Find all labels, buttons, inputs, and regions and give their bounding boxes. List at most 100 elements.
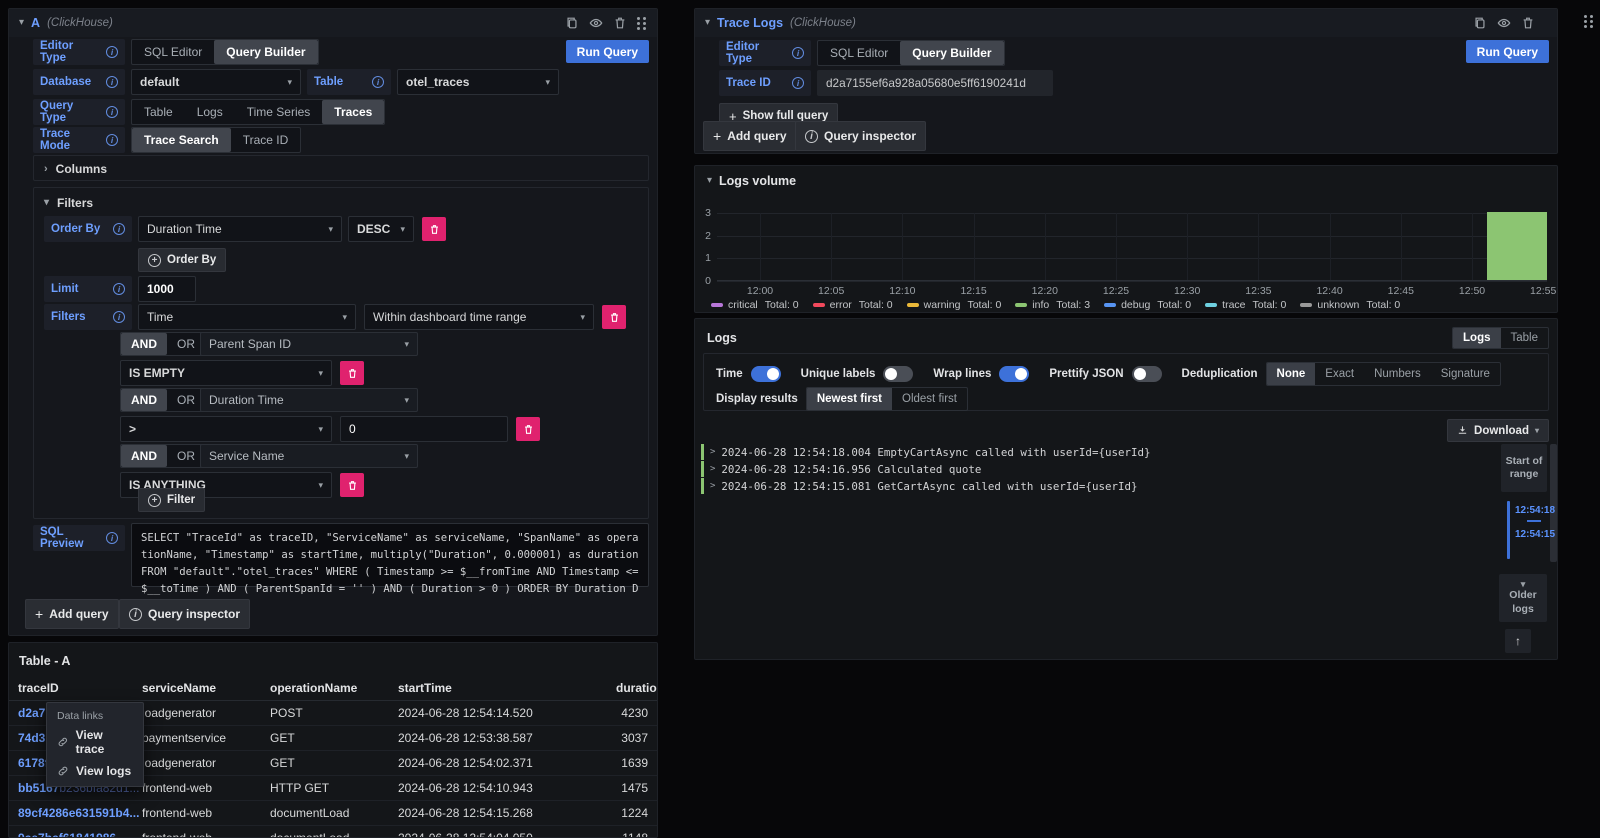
condition-2-value-input[interactable]: 0 <box>340 416 508 442</box>
condition-3-field-select[interactable]: Service Name▾ <box>200 444 418 468</box>
expand-chevron-icon[interactable]: > <box>710 447 715 457</box>
drag-handle-icon[interactable] <box>637 17 647 30</box>
option-and[interactable]: AND <box>121 389 167 411</box>
col-traceid[interactable]: traceID <box>18 681 142 695</box>
col-duration[interactable]: duration <box>616 681 658 695</box>
table-select[interactable]: otel_traces▾ <box>397 69 559 95</box>
option-trace-id[interactable]: Trace ID <box>231 128 301 152</box>
legend-item[interactable]: criticalTotal: 0 <box>711 299 799 311</box>
download-button[interactable]: Download ▾ <box>1447 419 1549 442</box>
logs-volume-title[interactable]: Logs volume <box>719 174 796 188</box>
filter-operator-select[interactable]: Within dashboard time range▾ <box>364 304 594 330</box>
option-time-series[interactable]: Time Series <box>235 100 323 124</box>
option-sql-editor[interactable]: SQL Editor <box>132 40 214 64</box>
remove-filter-button[interactable] <box>602 305 626 329</box>
option-dedup-exact[interactable]: Exact <box>1315 363 1364 385</box>
unique-labels-toggle[interactable] <box>883 366 913 382</box>
legend-item[interactable]: unknownTotal: 0 <box>1300 299 1400 311</box>
limit-input[interactable]: 1000 <box>138 276 196 302</box>
option-traces[interactable]: Traces <box>322 100 384 124</box>
duplicate-icon[interactable] <box>1473 16 1487 30</box>
log-minimap-range[interactable] <box>1507 501 1510 559</box>
collapse-chevron-icon[interactable]: ▾ <box>707 176 712 186</box>
expand-chevron-icon[interactable]: > <box>710 464 715 474</box>
option-logs[interactable]: Logs <box>185 100 235 124</box>
remove-condition-3-button[interactable] <box>340 473 364 497</box>
columns-section[interactable]: ›Columns <box>33 155 649 181</box>
time-toggle[interactable] <box>751 366 781 382</box>
option-and[interactable]: AND <box>121 445 167 467</box>
view-logs-menu-item[interactable]: View logs <box>47 760 143 782</box>
filters-section-header[interactable]: ▾Filters <box>44 196 93 210</box>
option-oldest-first[interactable]: Oldest first <box>892 388 967 410</box>
option-dedup-none[interactable]: None <box>1267 363 1316 385</box>
table-a-title[interactable]: Table - A <box>19 654 70 668</box>
scroll-to-top-button[interactable]: ↑ <box>1505 629 1531 653</box>
view-trace-menu-item[interactable]: View trace <box>47 724 143 760</box>
condition-2-field-select[interactable]: Duration Time▾ <box>200 388 418 412</box>
order-direction-select[interactable]: DESC▾ <box>348 216 414 242</box>
trace-id-input[interactable]: d2a7155ef6a928a05680e5ff6190241d <box>817 70 1053 96</box>
option-newest-first[interactable]: Newest first <box>807 388 892 410</box>
database-select[interactable]: default▾ <box>131 69 301 95</box>
eye-icon[interactable] <box>1497 16 1511 30</box>
log-line[interactable]: >2024-06-28 12:54:16.956 Calculated quot… <box>701 461 1487 477</box>
eye-icon[interactable] <box>589 16 603 30</box>
duplicate-icon[interactable] <box>565 16 579 30</box>
log-minimap-scrollbar[interactable] <box>1550 444 1557 562</box>
add-order-by-button[interactable]: +Order By <box>138 248 226 272</box>
trace-id-link[interactable]: 89cf4286e631591b4... <box>18 806 142 820</box>
option-query-builder[interactable]: Query Builder <box>214 40 317 64</box>
add-query-button[interactable]: +Add query <box>25 599 119 629</box>
condition-1-field-select[interactable]: Parent Span ID▾ <box>200 332 418 356</box>
query-inspector-button[interactable]: iQuery inspector <box>119 599 250 629</box>
trash-icon[interactable] <box>1521 16 1535 30</box>
add-query-button[interactable]: +Add query <box>703 121 797 151</box>
query-ref-title[interactable]: A <box>31 16 40 30</box>
legend-item[interactable]: debugTotal: 0 <box>1104 299 1191 311</box>
option-dedup-numbers[interactable]: Numbers <box>1364 363 1431 385</box>
col-starttime[interactable]: startTime <box>398 681 616 695</box>
drag-handle-icon[interactable] <box>1584 15 1594 28</box>
log-line[interactable]: >2024-06-28 12:54:18.004 EmptyCartAsync … <box>701 444 1487 460</box>
collapse-chevron-icon[interactable]: ▾ <box>19 18 24 28</box>
condition-1-operator-select[interactable]: IS EMPTY▾ <box>120 360 332 386</box>
legend-item[interactable]: errorTotal: 0 <box>813 299 893 311</box>
trash-icon[interactable] <box>613 16 627 30</box>
log-line[interactable]: >2024-06-28 12:54:15.081 GetCartAsync ca… <box>701 478 1487 494</box>
remove-condition-1-button[interactable] <box>340 361 364 385</box>
remove-order-by-button[interactable] <box>422 217 446 241</box>
legend-item[interactable]: traceTotal: 0 <box>1205 299 1286 311</box>
legend-item[interactable]: infoTotal: 3 <box>1015 299 1090 311</box>
option-sql-editor[interactable]: SQL Editor <box>818 41 900 65</box>
add-filter-button[interactable]: +Filter <box>138 488 205 512</box>
option-table[interactable]: Table <box>132 100 185 124</box>
run-query-button[interactable]: Run Query <box>1466 40 1549 63</box>
prettify-json-toggle[interactable] <box>1132 366 1162 382</box>
filter-field-select[interactable]: Time▾ <box>138 304 356 330</box>
run-query-button[interactable]: Run Query <box>566 40 649 63</box>
wrap-lines-toggle[interactable] <box>999 366 1029 382</box>
volume-bar[interactable] <box>1487 212 1547 280</box>
condition-2-operator-select[interactable]: >▾ <box>120 416 332 442</box>
option-trace-search[interactable]: Trace Search <box>132 128 231 152</box>
collapse-chevron-icon[interactable]: ▾ <box>705 18 710 28</box>
older-logs-button[interactable]: ▾ Older logs <box>1499 574 1547 622</box>
option-logs-view[interactable]: Logs <box>1453 328 1500 348</box>
legend-item[interactable]: warningTotal: 0 <box>907 299 1002 311</box>
expand-chevron-icon[interactable]: > <box>710 481 715 491</box>
logs-title[interactable]: Logs <box>707 331 737 345</box>
col-operationname[interactable]: operationName <box>270 681 398 695</box>
trace-id-link[interactable]: 9ce7bcf61841986... <box>18 831 142 838</box>
col-servicename[interactable]: serviceName <box>142 681 270 695</box>
remove-condition-2-button[interactable] <box>516 417 540 441</box>
option-and[interactable]: AND <box>121 333 167 355</box>
option-table-view[interactable]: Table <box>1501 328 1549 348</box>
option-query-builder[interactable]: Query Builder <box>900 41 1003 65</box>
query-inspector-button[interactable]: iQuery inspector <box>795 121 926 151</box>
option-dedup-signature[interactable]: Signature <box>1431 363 1500 385</box>
order-by-field-select[interactable]: Duration Time▾ <box>138 216 342 242</box>
logs-volume-plot[interactable] <box>717 213 1547 281</box>
gridline <box>717 213 1547 214</box>
trace-logs-title[interactable]: Trace Logs <box>717 16 783 30</box>
